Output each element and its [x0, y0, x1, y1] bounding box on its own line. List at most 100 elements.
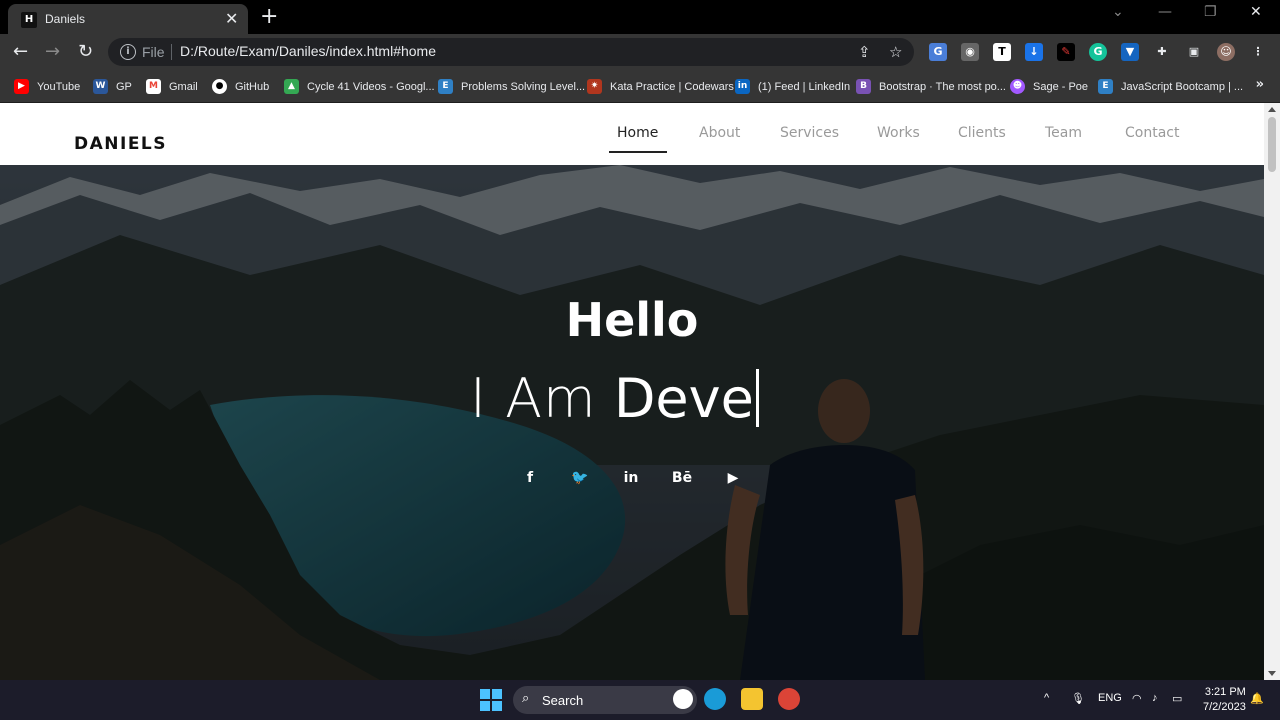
- behance-icon[interactable]: Bē: [669, 465, 695, 491]
- bookmark-label: Gmail: [169, 80, 198, 93]
- bookmark-youtube[interactable]: ▶ YouTube: [14, 79, 80, 94]
- page-viewport: DANIELS Home About Services Works Client…: [0, 103, 1264, 680]
- bookmark-label: Sage - Poe: [1033, 80, 1089, 93]
- bookmark-github[interactable]: ● GitHub: [212, 79, 269, 94]
- clock-date: 7/2/2023: [1203, 701, 1246, 713]
- grammarly-icon[interactable]: G: [1089, 43, 1107, 61]
- restore-button[interactable]: ❐: [1204, 4, 1217, 20]
- bookmark-bootstrap[interactable]: B Bootstrap · The most po...: [856, 79, 1006, 94]
- windows-taskbar: ⌕ Search ^ 🎙 ENG ◠ ♪ ▭ 3:21 PM 7/2/2023 …: [0, 680, 1280, 720]
- close-window-button[interactable]: ✕: [1250, 4, 1262, 20]
- bookmark-problems[interactable]: E Problems Solving Level...: [438, 79, 585, 94]
- minimize-button[interactable]: —: [1158, 4, 1172, 20]
- linkedin-icon[interactable]: in: [618, 465, 644, 491]
- bookmark-js-bootcamp[interactable]: E JavaScript Bootcamp | ...: [1098, 79, 1243, 94]
- poe-icon: ☻: [1010, 79, 1025, 94]
- e-icon: E: [438, 79, 453, 94]
- tray-expand-icon[interactable]: ^: [1044, 692, 1049, 704]
- browser-toolbar: ← → ↻ i File D:/Route/Exam/Daniles/index…: [0, 34, 1280, 72]
- bookmark-gmail[interactable]: M Gmail: [146, 79, 198, 94]
- nav-link-clients[interactable]: Clients: [958, 125, 1006, 141]
- bookmark-label: YouTube: [37, 80, 81, 93]
- active-nav-underline: [609, 151, 667, 153]
- url-text[interactable]: D:/Route/Exam/Daniles/index.html#home: [180, 43, 436, 59]
- taskbar-search[interactable]: ⌕ Search: [513, 686, 697, 714]
- search-icon: ⌕: [522, 691, 530, 706]
- side-panel-icon[interactable]: ▣: [1185, 43, 1203, 61]
- bookmark-label: JavaScript Bootcamp | ...: [1121, 80, 1244, 93]
- url-divider: [171, 44, 172, 60]
- clock-time: 3:21 PM: [1204, 686, 1246, 698]
- hero-role-typed: Deve: [613, 367, 754, 430]
- gmail-icon: M: [146, 79, 161, 94]
- new-tab-button[interactable]: +: [260, 4, 278, 29]
- profile-avatar[interactable]: ☺: [1217, 43, 1235, 61]
- volume-icon[interactable]: ♪: [1152, 692, 1158, 704]
- codewars-icon: ✷: [587, 79, 602, 94]
- bookmark-poe[interactable]: ☻ Sage - Poe: [1010, 79, 1088, 94]
- t-extension-icon[interactable]: T: [993, 43, 1011, 61]
- bookmark-drive[interactable]: ▲ Cycle 41 Videos - Googl...: [284, 79, 435, 94]
- hero-title: Hello: [565, 293, 699, 347]
- tab-favicon-icon: H: [21, 12, 37, 28]
- nav-link-works[interactable]: Works: [877, 125, 920, 141]
- facebook-icon[interactable]: f: [517, 465, 543, 491]
- edge-icon[interactable]: [704, 688, 726, 710]
- scroll-up-icon[interactable]: [1268, 107, 1276, 112]
- nav-link-about[interactable]: About: [699, 125, 740, 141]
- site-brand[interactable]: DANIELS: [74, 134, 167, 154]
- nav-link-services[interactable]: Services: [780, 125, 839, 141]
- nav-link-home[interactable]: Home: [617, 125, 658, 141]
- translate-extension-icon[interactable]: G: [929, 43, 947, 61]
- notifications-icon[interactable]: 🔔: [1250, 692, 1264, 705]
- tab-daniels[interactable]: H Daniels ✕: [8, 4, 248, 34]
- page-scrollbar[interactable]: [1264, 103, 1280, 680]
- file-explorer-icon[interactable]: [741, 688, 763, 710]
- more-bookmarks-icon[interactable]: »: [1256, 77, 1264, 92]
- bookmark-gp[interactable]: W GP: [93, 79, 132, 94]
- reload-button[interactable]: ↻: [78, 41, 93, 62]
- extensions-puzzle-icon[interactable]: ✚: [1153, 43, 1171, 61]
- bookmark-linkedin[interactable]: in (1) Feed | LinkedIn: [735, 79, 850, 94]
- e-icon: E: [1098, 79, 1113, 94]
- forward-button[interactable]: →: [45, 41, 60, 62]
- wifi-icon[interactable]: ◠: [1132, 692, 1142, 705]
- menu-kebab-icon[interactable]: ⋮: [1249, 43, 1267, 61]
- pen-extension-icon[interactable]: ✎: [1057, 43, 1075, 61]
- tab-search-icon[interactable]: ⌄: [1112, 4, 1124, 20]
- address-bar[interactable]: i File D:/Route/Exam/Daniles/index.html#…: [108, 38, 914, 66]
- language-indicator[interactable]: ENG: [1098, 692, 1122, 704]
- shield-extension-icon[interactable]: ▼: [1121, 43, 1139, 61]
- microphone-icon[interactable]: 🎙: [1071, 692, 1085, 705]
- hero-role-prefix: I Am: [470, 367, 597, 430]
- url-scheme: File: [142, 44, 165, 60]
- chrome-icon[interactable]: [778, 688, 800, 710]
- word-icon: W: [93, 79, 108, 94]
- scroll-down-icon[interactable]: [1268, 671, 1276, 676]
- share-icon[interactable]: ⇪: [858, 43, 871, 61]
- tab-title: Daniels: [45, 12, 86, 26]
- twitter-icon[interactable]: 🐦: [567, 465, 593, 491]
- site-info-icon[interactable]: i: [120, 44, 136, 60]
- hero-section: Hello I Am Deve f 🐦 in Bē ▶: [0, 165, 1264, 680]
- bootstrap-icon: B: [856, 79, 871, 94]
- tab-close-icon[interactable]: ✕: [225, 9, 238, 28]
- bookmark-label: GitHub: [235, 80, 270, 93]
- system-clock[interactable]: 3:21 PM 7/2/2023: [1203, 685, 1246, 715]
- bookmark-codewars[interactable]: ✷ Kata Practice | Codewars: [587, 79, 734, 94]
- drive-icon: ▲: [284, 79, 299, 94]
- bookmark-star-icon[interactable]: ☆: [889, 43, 902, 61]
- bing-icon[interactable]: [673, 689, 693, 709]
- youtube-icon[interactable]: ▶: [720, 465, 746, 491]
- back-button[interactable]: ←: [13, 41, 28, 62]
- bookmarks-bar: ▶ YouTube W GP M Gmail ● GitHub ▲ Cycle 41 Vi…: [0, 72, 1280, 103]
- linkedin-icon: in: [735, 79, 750, 94]
- youtube-icon: ▶: [14, 79, 29, 94]
- scroll-thumb[interactable]: [1268, 117, 1276, 172]
- download-extension-icon[interactable]: ↓: [1025, 43, 1043, 61]
- battery-icon[interactable]: ▭: [1172, 692, 1182, 705]
- windows-start-icon[interactable]: [480, 689, 502, 711]
- nav-link-team[interactable]: Team: [1045, 125, 1082, 141]
- camera-extension-icon[interactable]: ◉: [961, 43, 979, 61]
- nav-link-contact[interactable]: Contact: [1125, 125, 1179, 141]
